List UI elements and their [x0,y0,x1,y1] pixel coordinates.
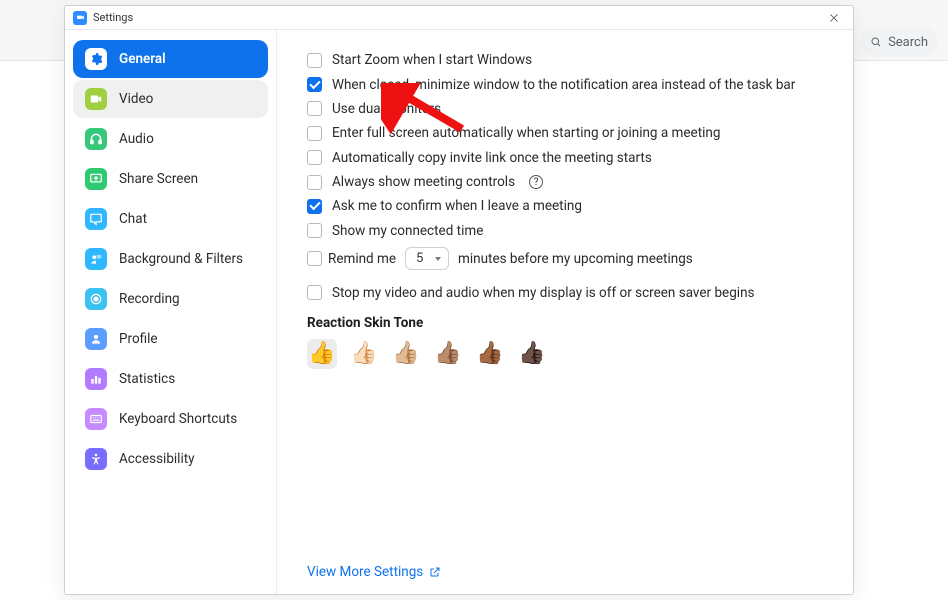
close-button[interactable] [823,7,845,29]
statistics-icon [85,368,107,390]
recording-icon [85,288,107,310]
chat-icon [85,208,107,230]
sidebar-item-label: Statistics [119,371,175,387]
link-text: View More Settings [307,564,423,580]
dialog-title: Settings [93,11,133,24]
settings-dialog: Settings General Video Audio Share Screen Ch… [64,5,854,595]
option-row[interactable]: Ask me to confirm when I leave a meeting [307,194,823,218]
gear-icon [85,48,107,70]
checkbox[interactable] [307,77,322,92]
zoom-app-icon [73,11,87,25]
titlebar: Settings [65,6,853,30]
sidebar-item-profile[interactable]: Profile [73,320,268,358]
remind-me-row[interactable]: Remind me 5 minutes before my upcoming m… [307,243,823,274]
settings-sidebar: General Video Audio Share Screen Chat Backgro… [65,30,277,594]
option-row[interactable]: Show my connected time [307,219,823,243]
sidebar-item-label: Video [119,91,153,107]
checkbox[interactable] [307,150,322,165]
option-label: Show my connected time [332,223,483,239]
option-label: Ask me to confirm when I leave a meeting [332,198,582,214]
search-placeholder: Search [888,35,928,50]
accessibility-icon [85,448,107,470]
sidebar-item-video[interactable]: Video [73,80,268,118]
option-label: Stop my video and audio when my display … [332,285,755,301]
checkbox[interactable] [307,223,322,238]
sidebar-item-keyboard-shortcuts[interactable]: Keyboard Shortcuts [73,400,268,438]
skin-tone-option[interactable]: 👍🏽 [433,339,463,369]
sidebar-item-statistics[interactable]: Statistics [73,360,268,398]
global-search[interactable]: Search [860,27,938,57]
checkbox[interactable] [307,251,322,266]
sidebar-item-accessibility[interactable]: Accessibility [73,440,268,478]
sidebar-item-label: Chat [119,211,147,227]
option-row[interactable]: Start Zoom when I start Windows [307,48,823,72]
reaction-skin-tone-row: 👍 👍🏻 👍🏼 👍🏽 👍🏾 👍🏿 [307,339,823,369]
option-label: When closed, minimize window to the noti… [332,77,795,93]
headphones-icon [85,128,107,150]
checkbox[interactable] [307,53,322,68]
sidebar-item-label: Keyboard Shortcuts [119,411,237,427]
option-row[interactable]: Use dual monitors [307,97,823,121]
option-label: Start Zoom when I start Windows [332,52,532,68]
option-row[interactable]: Always show meeting controls? [307,170,823,194]
sidebar-item-chat[interactable]: Chat [73,200,268,238]
stop-video-row[interactable]: Stop my video and audio when my display … [307,280,823,304]
help-icon[interactable]: ? [529,175,543,189]
option-row[interactable]: When closed, minimize window to the noti… [307,72,823,96]
sidebar-item-general[interactable]: General [73,40,268,78]
keyboard-icon [85,408,107,430]
skin-tone-option[interactable]: 👍🏻 [349,339,379,369]
sidebar-item-label: Profile [119,331,158,347]
sidebar-item-recording[interactable]: Recording [73,280,268,318]
sidebar-item-audio[interactable]: Audio [73,120,268,158]
reaction-skin-tone-heading: Reaction Skin Tone [307,315,823,331]
checkbox[interactable] [307,101,322,116]
option-row[interactable]: Enter full screen automatically when sta… [307,121,823,145]
sidebar-item-label: General [119,51,166,67]
sidebar-item-background-filters[interactable]: Background & Filters [73,240,268,278]
profile-icon [85,328,107,350]
checkbox[interactable] [307,175,322,190]
view-more-settings-link[interactable]: View More Settings [307,552,823,580]
close-icon [828,12,840,24]
search-icon [870,35,882,49]
option-label: Always show meeting controls [332,174,515,190]
external-link-icon [429,566,441,578]
remind-minutes-select[interactable]: 5 [405,247,449,270]
settings-content: Start Zoom when I start Windows When clos… [277,30,853,594]
sidebar-item-label: Recording [119,291,180,307]
option-label: Use dual monitors [332,101,441,117]
option-label: Automatically copy invite link once the … [332,150,652,166]
remind-prefix: Remind me [328,251,396,267]
skin-tone-option[interactable]: 👍🏾 [475,339,505,369]
sidebar-item-label: Accessibility [119,451,195,467]
checkbox[interactable] [307,285,322,300]
option-row[interactable]: Automatically copy invite link once the … [307,146,823,170]
option-label: Enter full screen automatically when sta… [332,125,720,141]
sidebar-item-label: Background & Filters [119,251,243,267]
video-icon [85,88,107,110]
skin-tone-option[interactable]: 👍🏼 [391,339,421,369]
checkbox[interactable] [307,199,322,214]
sidebar-item-label: Audio [119,131,154,147]
sidebar-item-share-screen[interactable]: Share Screen [73,160,268,198]
skin-tone-option[interactable]: 👍 [307,339,337,369]
remind-suffix: minutes before my upcoming meetings [458,251,693,267]
background-icon [85,248,107,270]
share-screen-icon [85,168,107,190]
skin-tone-option[interactable]: 👍🏿 [517,339,547,369]
sidebar-item-label: Share Screen [119,171,198,187]
checkbox[interactable] [307,126,322,141]
